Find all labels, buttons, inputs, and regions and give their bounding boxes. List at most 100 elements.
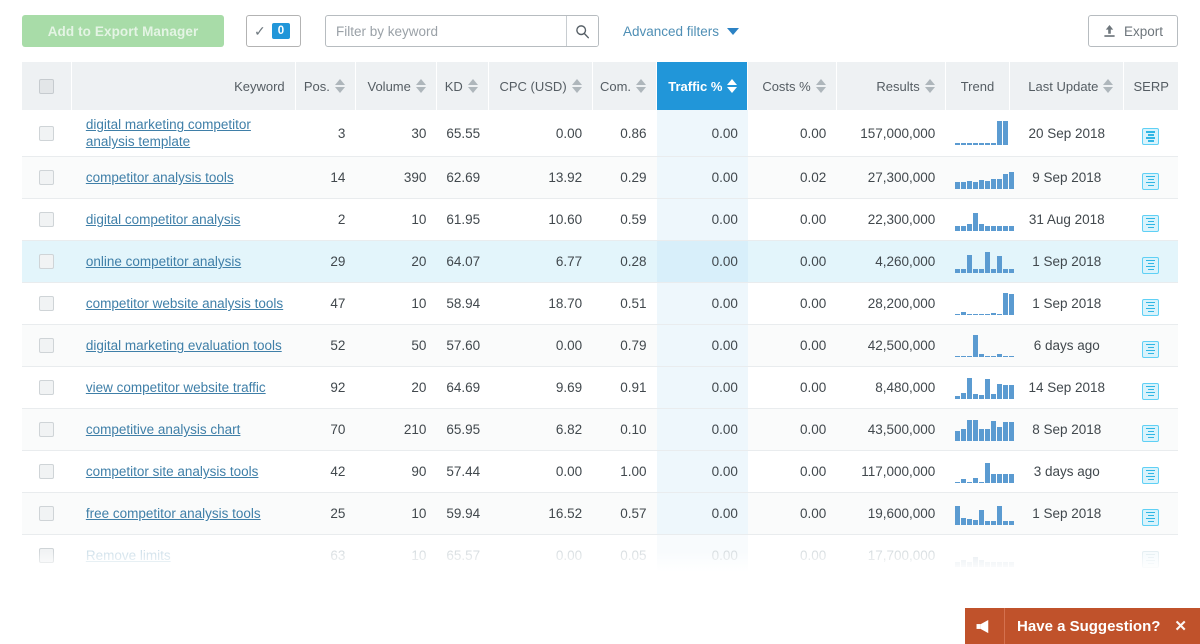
table-row[interactable]: digital competitor analysis 2 10 61.95 10.60…: [22, 198, 1178, 241]
serp-icon[interactable]: [1142, 508, 1160, 526]
traffic-percent-cell: 0.00: [656, 110, 748, 157]
sort-arrows-icon[interactable]: [334, 79, 345, 93]
table-row[interactable]: digital marketing evaluation tools 52 50 57…: [22, 324, 1178, 367]
have-a-suggestion-widget[interactable]: Have a Suggestion? ✕: [965, 608, 1200, 644]
serp-icon[interactable]: [1142, 424, 1160, 442]
column-header-label: Results: [876, 78, 920, 94]
position-cell: 29: [295, 240, 356, 283]
table-row[interactable]: view competitor website traffic 92 20 64.69…: [22, 366, 1178, 409]
sort-arrows-icon[interactable]: [815, 79, 826, 93]
table-row[interactable]: digital marketing competitor analysis te…: [22, 110, 1178, 157]
row-checkbox[interactable]: [39, 254, 55, 270]
selection-counter[interactable]: ✓ 0: [246, 15, 301, 47]
results-cell: 4,260,000: [836, 240, 946, 283]
serp-icon[interactable]: [1142, 214, 1160, 232]
column-header-results[interactable]: Results: [836, 62, 946, 110]
row-checkbox[interactable]: [39, 422, 55, 438]
traffic-percent-cell: 0.00: [656, 240, 748, 283]
last-update-cell: 31 Aug 2018: [1009, 198, 1124, 241]
sort-arrows-icon[interactable]: [727, 79, 738, 93]
table-header-row: Keyword Pos. Volume KD CPC (USD) Com. Traffic …: [22, 62, 1178, 110]
trend-cell: [945, 492, 1015, 535]
costs-percent-cell: 0.00: [747, 198, 837, 241]
serp-icon[interactable]: [1142, 256, 1160, 274]
keyword-link[interactable]: Remove limits: [86, 547, 171, 564]
column-header-com[interactable]: Com.: [592, 62, 658, 110]
trend-sparkline: [955, 331, 1015, 357]
serp-icon[interactable]: [1142, 298, 1160, 316]
row-checkbox-cell: [22, 534, 72, 577]
add-to-export-manager-button[interactable]: Add to Export Manager: [22, 15, 224, 47]
sort-arrows-icon[interactable]: [571, 79, 582, 93]
serp-icon[interactable]: [1142, 172, 1160, 190]
keyword-link[interactable]: competitor site analysis tools: [86, 463, 259, 480]
megaphone-icon: [965, 608, 1006, 644]
keyword-link[interactable]: online competitor analysis: [86, 253, 241, 270]
select-all-checkbox[interactable]: [39, 78, 55, 94]
sort-arrows-icon[interactable]: [1103, 79, 1114, 93]
kd-cell: 61.95: [436, 198, 489, 241]
trend-cell: [945, 198, 1015, 241]
table-row[interactable]: Remove limits 63 10 65.57 0.00 0.05 0.00 0.00 17…: [22, 534, 1178, 577]
keyword-cell: digital marketing competitor analysis te…: [71, 110, 296, 157]
competition-cell: 0.05: [592, 534, 657, 577]
advanced-filters-toggle[interactable]: Advanced filters: [623, 24, 740, 39]
sort-arrows-icon[interactable]: [924, 79, 935, 93]
kd-cell: 65.55: [436, 110, 489, 157]
cpc-cell: 6.82: [488, 408, 593, 451]
serp-icon[interactable]: [1142, 382, 1160, 400]
keyword-link[interactable]: view competitor website traffic: [86, 379, 266, 396]
keyword-link[interactable]: competitive analysis chart: [86, 421, 241, 438]
export-button[interactable]: Export: [1087, 15, 1178, 47]
row-checkbox[interactable]: [39, 380, 55, 396]
row-checkbox[interactable]: [39, 506, 55, 522]
kd-cell: 65.95: [436, 408, 489, 451]
keyword-link[interactable]: competitor website analysis tools: [86, 295, 283, 312]
row-checkbox[interactable]: [39, 170, 55, 186]
column-header-kd[interactable]: KD: [436, 62, 489, 110]
row-checkbox[interactable]: [39, 464, 55, 480]
serp-cell: [1123, 534, 1178, 577]
table-row[interactable]: competitor analysis tools 14 390 62.69 13.92…: [22, 156, 1178, 199]
table-row[interactable]: competitor website analysis tools 47 10 58.…: [22, 282, 1178, 325]
serp-cell: [1123, 240, 1178, 283]
serp-icon[interactable]: [1142, 128, 1160, 146]
costs-percent-cell: 0.00: [747, 110, 837, 157]
keyword-link[interactable]: digital marketing evaluation tools: [86, 337, 282, 354]
column-header-pos[interactable]: Pos.: [295, 62, 356, 110]
keyword-link[interactable]: free competitor analysis tools: [86, 505, 261, 522]
serp-icon[interactable]: [1142, 340, 1160, 358]
serp-icon[interactable]: [1142, 466, 1160, 484]
column-header-update[interactable]: Last Update: [1009, 62, 1125, 110]
sort-arrows-icon[interactable]: [467, 79, 478, 93]
sort-arrows-icon[interactable]: [636, 79, 647, 93]
volume-cell: 20: [355, 240, 437, 283]
row-checkbox[interactable]: [39, 212, 55, 228]
volume-cell: 20: [355, 366, 437, 409]
sort-arrows-icon[interactable]: [415, 79, 426, 93]
row-checkbox[interactable]: [39, 338, 55, 354]
position-cell: 14: [295, 156, 356, 199]
keyword-link[interactable]: digital marketing competitor analysis te…: [86, 116, 285, 150]
row-checkbox[interactable]: [39, 125, 55, 141]
column-header-costs[interactable]: Costs %: [747, 62, 837, 110]
filter-keyword-input[interactable]: [326, 16, 566, 46]
table-row[interactable]: online competitor analysis 29 20 64.07 6.77 0…: [22, 240, 1178, 283]
keyword-link[interactable]: digital competitor analysis: [86, 211, 241, 228]
serp-icon[interactable]: [1142, 550, 1160, 568]
close-icon[interactable]: ✕: [1174, 617, 1187, 635]
column-header-volume[interactable]: Volume: [355, 62, 437, 110]
column-header-cpc[interactable]: CPC (USD): [488, 62, 593, 110]
column-header-traffic[interactable]: Traffic %: [656, 62, 749, 110]
cpc-cell: 16.52: [488, 492, 593, 535]
last-update-cell: 6 days ago: [1009, 324, 1124, 367]
filter-by-keyword-group: [325, 15, 599, 47]
keyword-link[interactable]: competitor analysis tools: [86, 169, 234, 186]
costs-percent-cell: 0.00: [747, 366, 837, 409]
row-checkbox[interactable]: [39, 548, 55, 564]
search-button[interactable]: [566, 16, 598, 46]
row-checkbox[interactable]: [39, 296, 55, 312]
table-row[interactable]: competitive analysis chart 70 210 65.95 6.82…: [22, 408, 1178, 451]
table-row[interactable]: competitor site analysis tools 42 90 57.44 0…: [22, 450, 1178, 493]
table-row[interactable]: free competitor analysis tools 25 10 59.94 1…: [22, 492, 1178, 535]
